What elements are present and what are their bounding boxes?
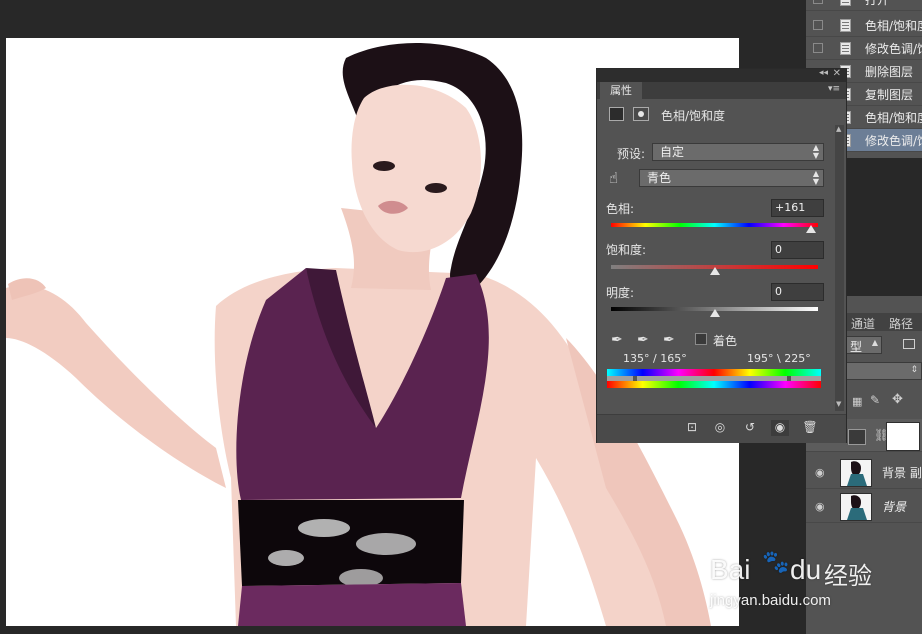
eyedropper-plus-icon[interactable]: ✒ <box>637 332 649 348</box>
layer-name[interactable]: 背景 <box>882 498 906 515</box>
saturation-input[interactable]: 0 <box>771 241 824 259</box>
select-arrows-icon: ▲ ▼ <box>812 143 819 160</box>
tab-properties[interactable]: 属性 <box>600 82 642 99</box>
history-item-label: 打开 <box>865 0 890 7</box>
layer-row-background[interactable]: ◉ 背景 <box>806 490 922 523</box>
saturation-value: 0 <box>775 243 782 256</box>
layer-filter-select[interactable]: 型 ▲ <box>846 336 882 354</box>
properties-scrollbar[interactable]: ▲ ▼ <box>835 125 844 411</box>
hue-value: +161 <box>775 201 806 214</box>
watermark-url: jingyan.baidu.com <box>710 592 831 609</box>
watermark-brand-cn: 经验 <box>824 562 872 590</box>
color-range-bar-top <box>607 369 821 376</box>
eye-icon[interactable]: ◉ <box>771 420 789 436</box>
history-state-icon <box>840 0 851 6</box>
color-range-bar-bottom <box>607 381 821 388</box>
scroll-down-icon[interactable]: ▼ <box>836 400 843 409</box>
channel-value: 青色 <box>647 171 672 185</box>
hue-saturation-layer-icon <box>848 429 866 445</box>
history-snapshot-checkbox[interactable] <box>813 0 823 4</box>
saturation-slider-thumb[interactable] <box>710 267 720 275</box>
image-filter-icon[interactable] <box>903 339 915 349</box>
panel-titlebar[interactable]: ◂◂ ✕ <box>597 68 846 82</box>
channel-select[interactable]: 青色 ▲ ▼ <box>639 169 824 187</box>
layer-thumbnail <box>840 493 872 521</box>
select-arrows-icon: ▲ <box>871 338 878 347</box>
history-item-label: 复制图层 <box>865 88 914 102</box>
colorize-label: 着色 <box>713 334 738 348</box>
layer-filter-label: 型 <box>850 340 863 354</box>
hue-slider-thumb[interactable] <box>806 225 816 233</box>
history-item-label: 修改色调/饱和度 <box>865 42 922 56</box>
hue-slider-track[interactable] <box>611 223 818 227</box>
history-item[interactable]: 色相/饱和度 <box>806 14 922 37</box>
paw-icon: 🐾 <box>762 550 790 575</box>
properties-panel: ◂◂ ✕ 属性 ▾≡ 色相/饱和度 预设: 自定 ▲ ▼ ☝ 青色 ▲ ▼ 色相: … <box>596 68 847 443</box>
blend-mode-select[interactable]: ⇕ <box>846 362 922 380</box>
watermark-brand-du: du <box>790 554 822 585</box>
adjustment-title: 色相/饱和度 <box>661 109 726 123</box>
history-item-label: 色相/饱和度 <box>865 111 922 125</box>
lightness-slider-thumb[interactable] <box>710 309 720 317</box>
hue-label: 色相: <box>606 202 635 216</box>
tab-channels[interactable]: 通道 <box>851 315 875 332</box>
eyedropper-icon[interactable]: ✒ <box>611 332 623 348</box>
preset-label: 预设: <box>617 147 646 161</box>
close-icon[interactable]: ✕ <box>833 68 841 79</box>
delete-icon[interactable]: 🗑 <box>801 420 819 436</box>
properties-footer: ⊡ ◎ ↺ ◉ 🗑 <box>597 414 846 443</box>
mask-icon[interactable] <box>633 107 649 121</box>
clip-to-layer-icon[interactable]: ⊡ <box>683 420 701 436</box>
eyedropper-minus-icon[interactable]: ✒ <box>663 332 675 348</box>
collapse-icon[interactable]: ◂◂ <box>819 68 828 78</box>
lightness-input[interactable]: 0 <box>771 283 824 301</box>
hue-input[interactable]: +161 <box>771 199 824 217</box>
history-item-label: 色相/饱和度 <box>865 19 922 33</box>
reset-icon[interactable]: ↺ <box>741 420 759 436</box>
adjustment-layer-icon[interactable] <box>609 107 624 121</box>
history-state-icon <box>840 42 851 55</box>
select-arrows-icon: ▲ ▼ <box>812 169 819 186</box>
saturation-label: 饱和度: <box>606 243 647 257</box>
layer-row-background-copy[interactable]: ◉ 背景 副 <box>806 456 922 489</box>
layer-thumbnail <box>840 459 872 487</box>
targeted-adjustment-hand-icon[interactable]: ☝ <box>609 169 618 187</box>
lightness-value: 0 <box>775 285 782 298</box>
layer-name[interactable]: 背景 副 <box>882 464 922 481</box>
range-left-values: 135° / 165° <box>623 352 687 365</box>
eye-icon[interactable]: ◉ <box>815 500 827 513</box>
select-arrows-icon: ⇕ <box>910 365 918 375</box>
colorize-checkbox[interactable] <box>695 333 707 345</box>
lock-move-icon[interactable]: ✥ <box>892 392 903 407</box>
lightness-label: 明度: <box>606 286 635 300</box>
eye-icon[interactable]: ◉ <box>815 466 827 479</box>
layer-mask-thumbnail[interactable] <box>886 422 920 451</box>
properties-tabbar: 属性 ▾≡ <box>597 82 846 99</box>
panel-menu-icon[interactable]: ▾≡ <box>828 84 840 94</box>
tab-paths[interactable]: 路径 <box>889 315 913 332</box>
baidu-jingyan-watermark: Bai 🐾 du 经验 jingyan.baidu.com <box>710 548 890 618</box>
lock-brush-icon[interactable]: ✎ <box>870 393 880 407</box>
history-item[interactable]: 修改色调/饱和度 <box>806 37 922 60</box>
preset-select[interactable]: 自定 ▲ ▼ <box>652 143 824 161</box>
history-item[interactable]: 打开 <box>806 0 922 11</box>
preset-value: 自定 <box>660 145 685 159</box>
history-state-icon <box>840 19 851 32</box>
watermark-brand: Bai <box>710 554 751 585</box>
history-item-label: 修改色调/饱和度 <box>865 134 922 148</box>
history-item-label: 删除图层 <box>865 65 914 79</box>
scroll-up-icon[interactable]: ▲ <box>836 125 843 134</box>
history-snapshot-checkbox[interactable] <box>813 20 823 30</box>
view-previous-state-icon[interactable]: ◎ <box>711 420 729 436</box>
lock-pixels-icon[interactable]: ▦ <box>852 395 862 408</box>
range-right-values: 195° \ 225° <box>747 352 811 365</box>
history-snapshot-checkbox[interactable] <box>813 43 823 53</box>
